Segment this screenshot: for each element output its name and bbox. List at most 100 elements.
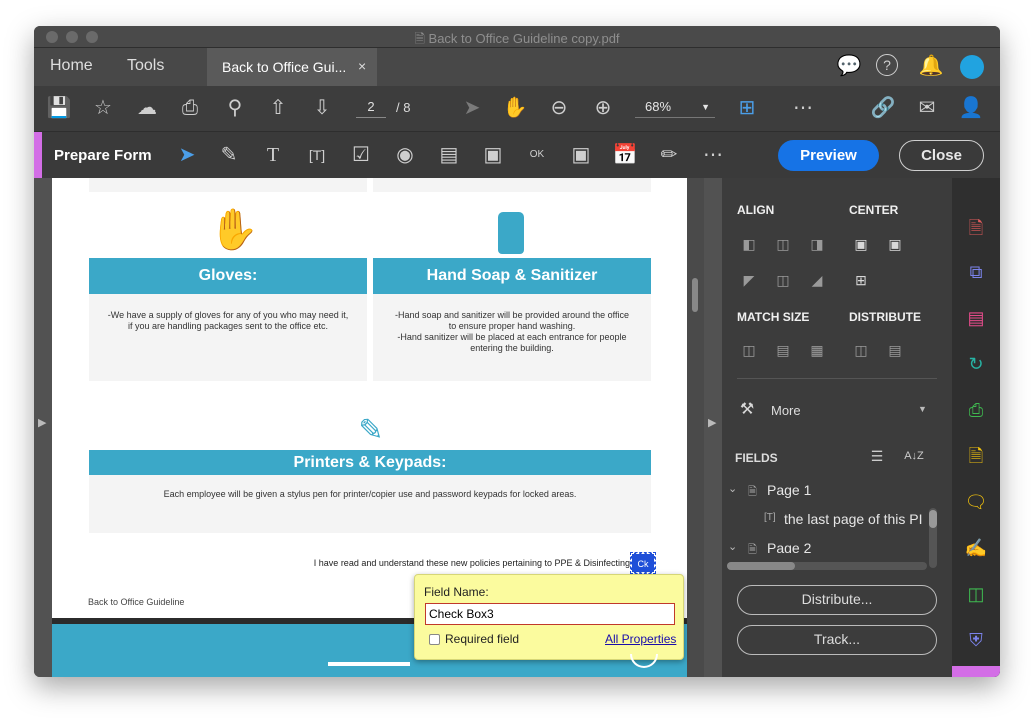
distribute-button[interactable]: Distribute... xyxy=(737,585,937,615)
all-properties-link[interactable]: All Properties xyxy=(605,632,676,646)
sort-icon[interactable]: ☰ xyxy=(865,446,889,466)
dropdown-field-icon[interactable]: ▣ xyxy=(480,143,506,167)
more-chevron-down-icon[interactable]: ▼ xyxy=(918,404,927,414)
preview-button[interactable]: Preview xyxy=(778,140,879,171)
align-bottom-icon[interactable]: ◢ xyxy=(805,270,829,290)
scan-ocr-icon[interactable]: ⎙ xyxy=(964,398,988,422)
distribute-horizontal-icon[interactable]: ◫ xyxy=(849,340,873,360)
tab-document[interactable]: Back to Office Gui... × xyxy=(207,48,377,86)
save-icon[interactable]: 💾 xyxy=(46,96,72,120)
tree-expand-icon-2[interactable]: ⌄ xyxy=(728,540,737,553)
match-width-icon[interactable]: ◫ xyxy=(737,340,761,360)
zoom-dropdown[interactable]: 68% ▼ xyxy=(635,96,715,118)
list-box-icon[interactable]: ▤ xyxy=(436,143,462,167)
zoom-in-icon[interactable]: ⊕ xyxy=(590,96,616,120)
align-top-icon[interactable]: ◤ xyxy=(737,270,761,290)
mail-icon[interactable]: ✉ xyxy=(914,96,940,120)
close-tab-icon[interactable]: × xyxy=(358,58,366,74)
link-icon[interactable]: 🔗 xyxy=(870,96,896,120)
help-icon[interactable]: ? xyxy=(876,54,898,76)
bell-icon[interactable]: 🔔 xyxy=(918,54,944,78)
upload-cloud-icon[interactable]: ☁ xyxy=(134,96,160,120)
add-user-icon[interactable]: 👤 xyxy=(958,96,984,120)
center-horizontal-icon[interactable]: ▣ xyxy=(849,234,873,254)
field-name-input[interactable] xyxy=(425,603,675,625)
organize-pages-icon[interactable]: ▤ xyxy=(964,306,988,330)
panel-divider xyxy=(737,378,937,379)
fields-vscroll-thumb[interactable] xyxy=(929,510,937,528)
page-doc-icon: 🗎 xyxy=(748,486,757,498)
checkbox-tool-icon[interactable]: ☑ xyxy=(348,143,374,167)
close-tool-button[interactable]: Close xyxy=(899,140,984,171)
main-toolbar: 💾 ☆ ☁ ⎙ ⚲ ⇧ ⇩ 2 / 8 ➤ ✋ ⊖ ⊕ 68% ▼ ⊞ ⋯ 🔗 ✉… xyxy=(34,86,1000,131)
fields-hscroll-thumb[interactable] xyxy=(727,562,795,570)
protect-shield-icon[interactable]: ⛨ xyxy=(964,628,988,652)
tab-home[interactable]: Home xyxy=(50,57,93,75)
tree-item-page-2[interactable]: Page 2 xyxy=(767,540,927,553)
tab-document-label: Back to Office Gui... xyxy=(222,59,347,75)
align-left-icon[interactable]: ◧ xyxy=(737,234,761,254)
fit-page-icon[interactable]: ⊞ xyxy=(734,96,760,120)
print-icon[interactable]: ⎙ xyxy=(177,96,203,120)
acknowledge-text: I have read and understand these new pol… xyxy=(313,558,630,568)
center-vertical-icon[interactable]: ▣ xyxy=(883,234,907,254)
edit-form-icon[interactable]: ✎ xyxy=(216,143,242,167)
checkbox-field[interactable]: Ck xyxy=(630,552,656,574)
sticky-note-icon[interactable]: 🗨 xyxy=(964,490,988,514)
hand-tool-icon[interactable]: ✋ xyxy=(502,96,528,120)
bookmark-star-icon[interactable]: ☆ xyxy=(90,96,116,120)
card-top-right xyxy=(373,178,651,192)
date-field-icon[interactable]: 📅 xyxy=(612,143,638,167)
align-right-icon[interactable]: ◨ xyxy=(805,234,829,254)
card-soap-title: Hand Soap & Sanitizer xyxy=(373,258,651,294)
button-field-icon[interactable]: OK xyxy=(524,143,550,167)
page-number-input[interactable]: 2 xyxy=(356,96,386,118)
image-field-icon[interactable]: ▣ xyxy=(568,143,594,167)
comment-pdf-icon[interactable]: 🗎 xyxy=(964,444,988,468)
card-printers-text: Each employee will be given a stylus pen… xyxy=(163,489,577,499)
collapse-right-panel-icon[interactable]: ▶ xyxy=(708,416,716,429)
page-doc-icon-2: 🗎 xyxy=(748,544,757,556)
track-button[interactable]: Track... xyxy=(737,625,937,655)
distribute-vertical-icon[interactable]: ▤ xyxy=(883,340,907,360)
radio-button-icon[interactable]: ◉ xyxy=(392,143,418,167)
select-pointer-icon[interactable]: ➤ xyxy=(459,96,485,120)
more-tools-wrench-icon[interactable]: ⚒ xyxy=(735,400,759,420)
fill-sign-icon[interactable]: ✍ xyxy=(964,536,988,560)
stylus-pen-icon: ✎ xyxy=(358,414,384,447)
document-scroll-thumb[interactable] xyxy=(692,278,698,312)
zoom-out-icon[interactable]: ⊖ xyxy=(546,96,572,120)
center-both-icon[interactable]: ⊞ xyxy=(849,270,873,290)
select-object-icon[interactable]: ➤ xyxy=(174,143,200,167)
more-tools-icon[interactable]: ⋯ xyxy=(790,96,816,120)
create-pdf-icon[interactable]: 🗎 xyxy=(964,216,988,240)
glove-icon: ✋ xyxy=(209,208,259,252)
page-down-icon[interactable]: ⇩ xyxy=(309,96,335,120)
more-label[interactable]: More xyxy=(771,403,801,418)
expand-left-panel-icon[interactable]: ▶ xyxy=(38,416,46,429)
footer-white-bar xyxy=(328,662,410,666)
tree-expand-icon[interactable]: ⌄ xyxy=(728,482,737,495)
text-field-tree-icon: [T] xyxy=(764,512,776,523)
more-form-tools-icon[interactable]: ⋯ xyxy=(700,143,726,167)
tab-tools[interactable]: Tools xyxy=(127,57,164,75)
document-scrollbar[interactable] xyxy=(687,178,704,677)
match-height-icon[interactable]: ▤ xyxy=(771,340,795,360)
comment-icon[interactable]: 💬 xyxy=(836,54,862,78)
text-field-icon[interactable]: T xyxy=(260,143,286,167)
combine-files-icon[interactable]: ⧉ xyxy=(964,260,988,284)
page-up-icon[interactable]: ⇧ xyxy=(265,96,291,120)
text-field-box-icon[interactable]: [T] xyxy=(304,143,330,167)
avatar[interactable] xyxy=(960,55,984,79)
align-center-vertical-icon[interactable]: ◫ xyxy=(771,234,795,254)
export-pdf-icon[interactable]: ↻ xyxy=(964,352,988,376)
compress-pdf-icon[interactable]: ◫ xyxy=(964,582,988,606)
tree-item-page-1[interactable]: Page 1 xyxy=(767,482,811,498)
match-both-icon[interactable]: ▦ xyxy=(805,340,829,360)
required-checkbox[interactable] xyxy=(429,634,440,645)
align-middle-icon[interactable]: ◫ xyxy=(771,270,795,290)
signature-field-icon[interactable]: ✏ xyxy=(656,143,682,167)
sort-az-icon[interactable]: A↓Z xyxy=(902,446,926,466)
tree-item-field[interactable]: the last page of this PI xyxy=(784,511,922,527)
search-icon[interactable]: ⚲ xyxy=(222,96,248,120)
